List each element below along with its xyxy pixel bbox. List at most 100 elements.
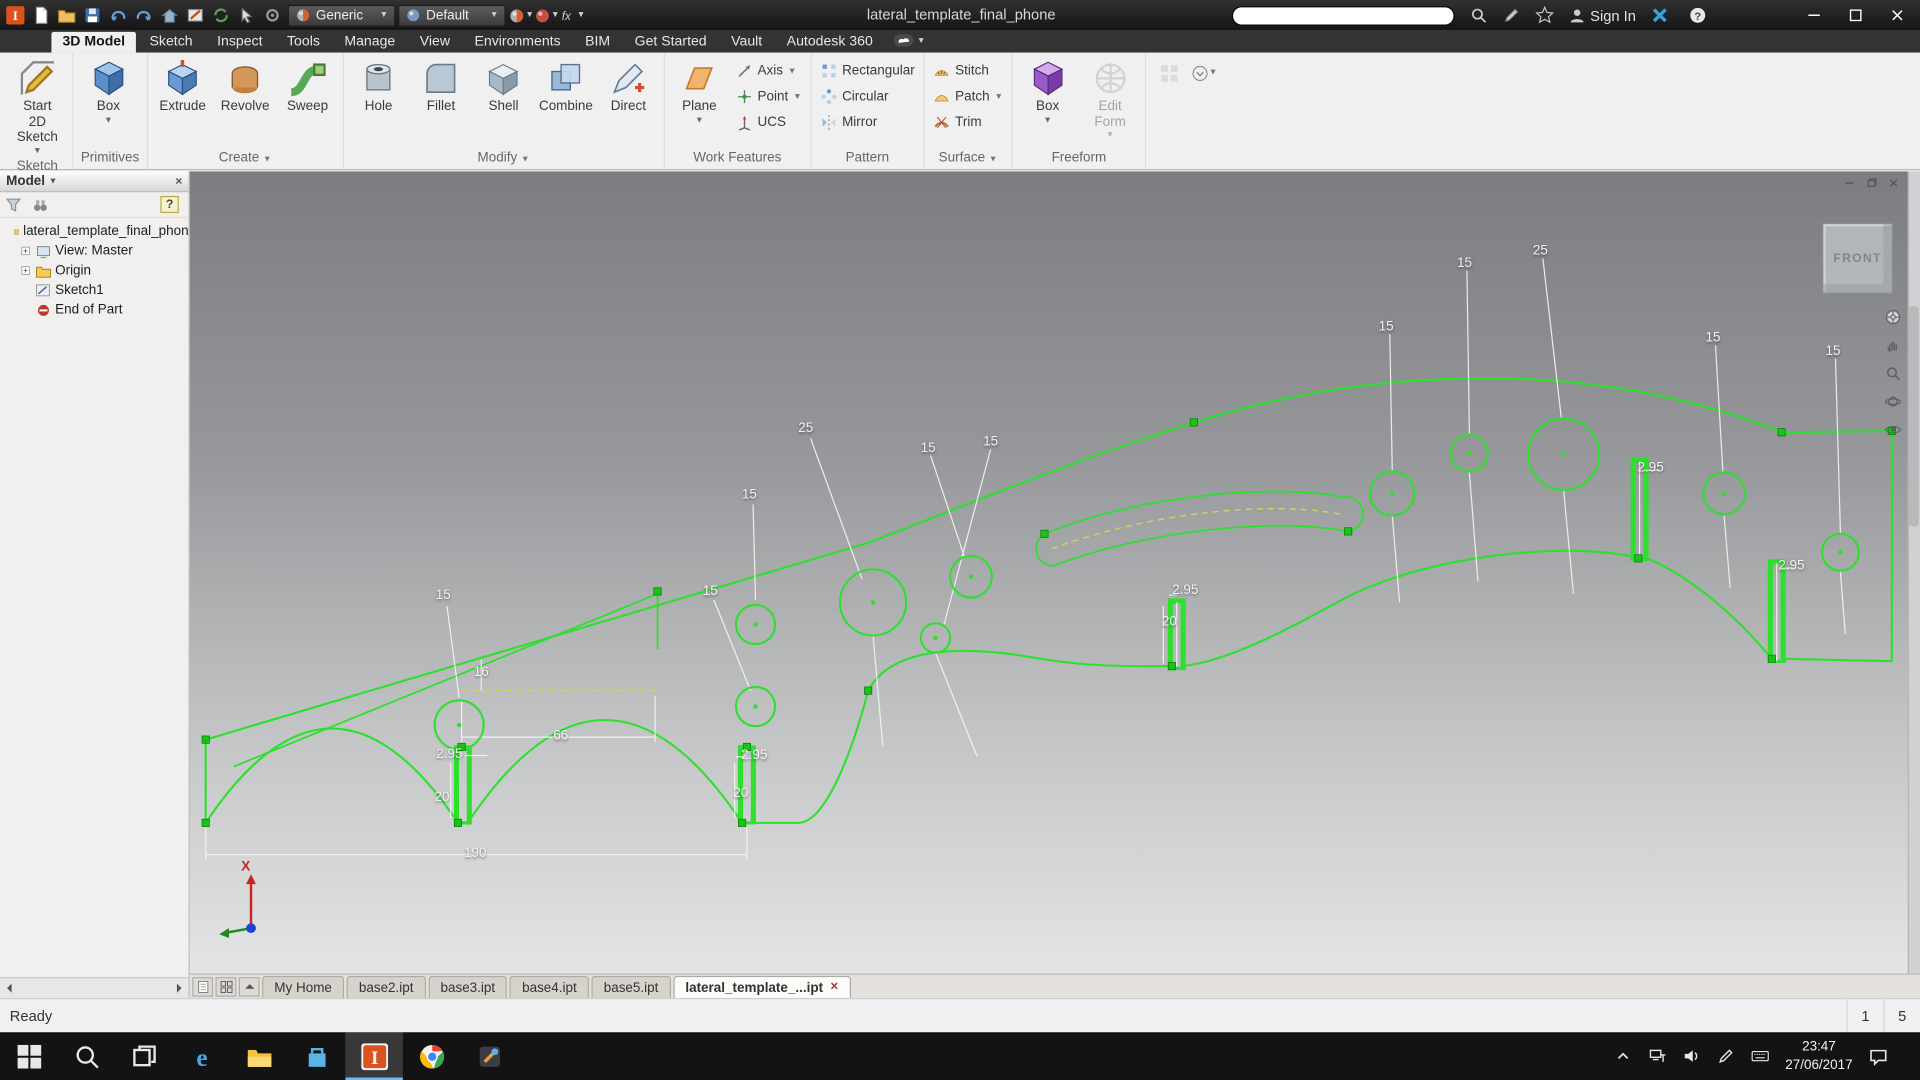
pen-button[interactable] [1498,2,1524,28]
tray-chevron-up-button[interactable] [1614,1047,1632,1065]
dimension-label[interactable]: 15 [1457,256,1472,271]
look-eye-button[interactable] [1884,421,1902,438]
ribbon-button-mirror[interactable]: Mirror [816,113,918,133]
viewport[interactable]: 15 16 2.95 20 66 190 15 15 2.95 20 25 15 15 2.95 20 15 1… [189,171,1920,974]
ribbon-button-trim[interactable]: Trim [929,113,1006,133]
taskbar-clock[interactable]: 23:47 27/06/2017 [1785,1039,1852,1074]
ribbon-button-axis[interactable]: Axis ▼ [732,61,805,81]
orbit-button[interactable] [1884,393,1902,410]
wheel-button[interactable] [1884,309,1901,326]
pan-hand-button[interactable] [1884,337,1901,354]
document-tab-base3-ipt[interactable]: base3.ipt [428,975,508,998]
ribbon-tab-tools[interactable]: Tools [276,32,331,53]
ribbon-button-plane[interactable]: Plane ▼ [669,55,729,127]
ribbon-tab-get-started[interactable]: Get Started [624,32,718,53]
document-tab-base2-ipt[interactable]: base2.ipt [346,975,426,998]
expand-icon[interactable] [21,246,32,257]
ribbon-button-extrude[interactable]: Extrude [153,55,213,117]
ribbon-button-start-2d-sketch[interactable]: Start 2D Sketch ▼ [7,55,67,158]
doc-max-button[interactable] [1865,176,1878,189]
panel-label-primitives[interactable]: Primitives [78,149,141,169]
browser-header[interactable]: Model ▼ × [0,171,189,193]
blue-x-button[interactable] [1647,2,1673,28]
dimension-label[interactable]: 2.95 [1172,583,1198,598]
select-arrow-button[interactable] [234,2,260,28]
dimension-label[interactable]: 2.95 [741,748,767,763]
dimension-label[interactable]: 16 [474,665,489,680]
taskbar-inventor-app[interactable]: I [345,1032,403,1080]
tray-network-button[interactable] [1648,1047,1666,1065]
tree-item-origin[interactable]: Origin [0,261,189,281]
open-file-button[interactable] [54,2,80,28]
ribbon-button-circular[interactable]: Circular [816,87,918,107]
panel-label-surface[interactable]: Surface ▼ [929,149,1006,169]
dimension-label[interactable]: 15 [742,487,757,502]
ribbon-button-revolve[interactable]: Revolve [215,55,275,117]
viewport-scrollbar[interactable] [1907,171,1920,974]
dimension-label[interactable]: 190 [464,846,486,861]
gear-button[interactable] [260,2,286,28]
search-button[interactable] [1465,2,1491,28]
close-tab-icon[interactable]: × [830,980,838,994]
ribbon-button-edit-form[interactable]: Edit Form ▼ [1080,55,1140,142]
ribbon-tab-bim[interactable]: BIM [574,32,621,53]
appearance-red-button[interactable]: ▼ [534,2,560,28]
ribbon-button-rectangular[interactable]: Rectangular [816,61,918,81]
doc-list-button[interactable] [192,977,214,997]
ribbon-button-box[interactable]: Box ▼ [1018,55,1078,127]
redo-button[interactable] [131,2,157,28]
tile-windows-button[interactable] [215,977,237,997]
ribbon-tab-environments[interactable]: Environments [463,32,571,53]
tree-item-view-master[interactable]: View: Master [0,241,189,261]
sketch-canvas[interactable] [190,171,1920,973]
fx-button[interactable]: fx ▼ [560,2,586,28]
close-button[interactable] [1876,0,1918,31]
sketch-slot[interactable] [1035,490,1364,567]
dimension-label[interactable]: 15 [983,435,998,450]
browser-scrollbar[interactable] [0,977,189,998]
dimension-label[interactable]: 20 [733,786,748,801]
ribbon-tab-vault[interactable]: Vault [720,32,773,53]
dimension-label[interactable]: 25 [1533,244,1548,259]
dimension-label[interactable]: 2.95 [1637,460,1663,475]
freeform-extra-button[interactable] [1156,60,1182,86]
inventor-logo-button[interactable]: I [2,2,28,28]
browser-help-button[interactable]: ? [160,195,179,214]
tree-item-sketch1[interactable]: Sketch1 [0,280,189,300]
dimension-label[interactable]: 20 [435,790,450,805]
panel-label-pattern[interactable]: Pattern [816,149,918,169]
ribbon-tab-3d-model[interactable]: 3D Model [51,31,137,53]
viewcube[interactable]: FRONT [1822,222,1894,294]
filter-button[interactable] [5,196,22,213]
search-tree-button[interactable] [32,196,49,213]
dimension-label[interactable]: 15 [1826,344,1841,359]
material-style-dropdown[interactable]: Generic ▼ [287,4,396,27]
taskbar-edge[interactable]: e [173,1032,231,1080]
panel-label-freeform[interactable]: Freeform [1018,149,1140,169]
sketch-edit-button[interactable] [182,2,208,28]
document-tab-base4-ipt[interactable]: base4.ipt [509,975,590,998]
ribbon-button-sweep[interactable]: Sweep [278,55,338,117]
document-tab-base5-ipt[interactable]: base5.ipt [591,975,671,998]
taskbar-paint3d[interactable] [460,1032,518,1080]
dimension-label[interactable]: 2.95 [436,747,462,762]
ribbon-button-direct[interactable]: Direct [598,55,658,117]
expand-tabs-button[interactable] [238,977,260,997]
new-file-button[interactable] [28,2,54,28]
doc-close-button[interactable] [1887,176,1900,189]
sketch-inner-edges[interactable] [233,593,659,768]
a360-status-button[interactable]: ▼ [893,31,925,53]
dimension-label[interactable]: 2.95 [1778,558,1804,573]
taskbar-file-explorer[interactable] [230,1032,288,1080]
scroll-right-icon[interactable] [171,981,186,996]
taskbar-task-view[interactable] [115,1032,173,1080]
sketch-notches[interactable] [453,457,1786,825]
ribbon-tab-inspect[interactable]: Inspect [206,32,273,53]
doc-min-button[interactable] [1843,176,1856,189]
titlebar-search-input[interactable] [1231,5,1455,26]
ribbon-button-stitch[interactable]: Stitch [929,61,1006,81]
ribbon-tab-sketch[interactable]: Sketch [139,32,204,53]
ribbon-button-ucs[interactable]: UCS [732,113,805,133]
dimension-label[interactable]: 15 [703,584,718,599]
dimension-label[interactable]: 20 [1162,615,1177,630]
